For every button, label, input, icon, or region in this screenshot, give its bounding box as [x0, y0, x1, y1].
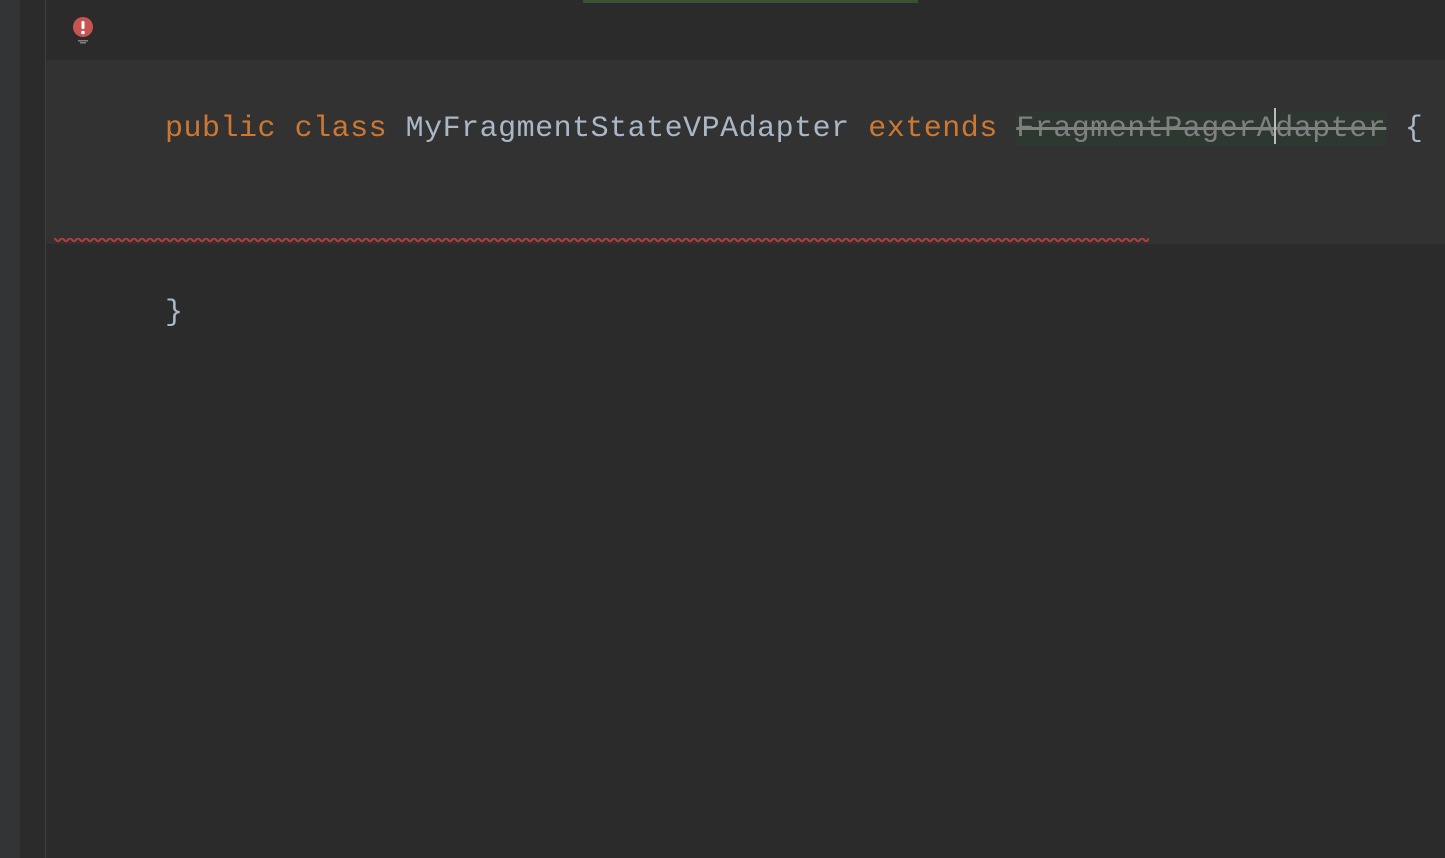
editor-gutter-left	[0, 0, 20, 858]
close-brace-token: }	[165, 296, 184, 330]
open-brace-token: {	[1405, 112, 1424, 146]
error-stripe[interactable]	[1431, 0, 1445, 858]
error-lightbulb-icon	[72, 16, 94, 38]
keyword-public: public	[165, 112, 276, 146]
error-squiggle	[54, 238, 1149, 242]
class-name-token: MyFragmentStateVPAdapter	[406, 112, 850, 146]
keyword-extends: extends	[868, 112, 998, 146]
chevron-down-icon	[77, 40, 89, 44]
editor-content-area[interactable]: public class MyFragmentStateVPAdapter ex…	[46, 0, 1445, 858]
tab-indicator	[583, 0, 918, 3]
code-line-2[interactable]: }	[46, 244, 1445, 382]
intention-action-row	[46, 6, 1445, 60]
editor-gutter	[20, 0, 46, 858]
intention-bulb-button[interactable]	[72, 16, 94, 44]
text-caret	[1274, 108, 1276, 144]
keyword-class: class	[295, 112, 388, 146]
code-line-1[interactable]: public class MyFragmentStateVPAdapter ex…	[46, 60, 1445, 244]
deprecated-class-token: FragmentPagerAdapter	[1016, 112, 1386, 146]
code-editor[interactable]: public class MyFragmentStateVPAdapter ex…	[0, 0, 1445, 858]
